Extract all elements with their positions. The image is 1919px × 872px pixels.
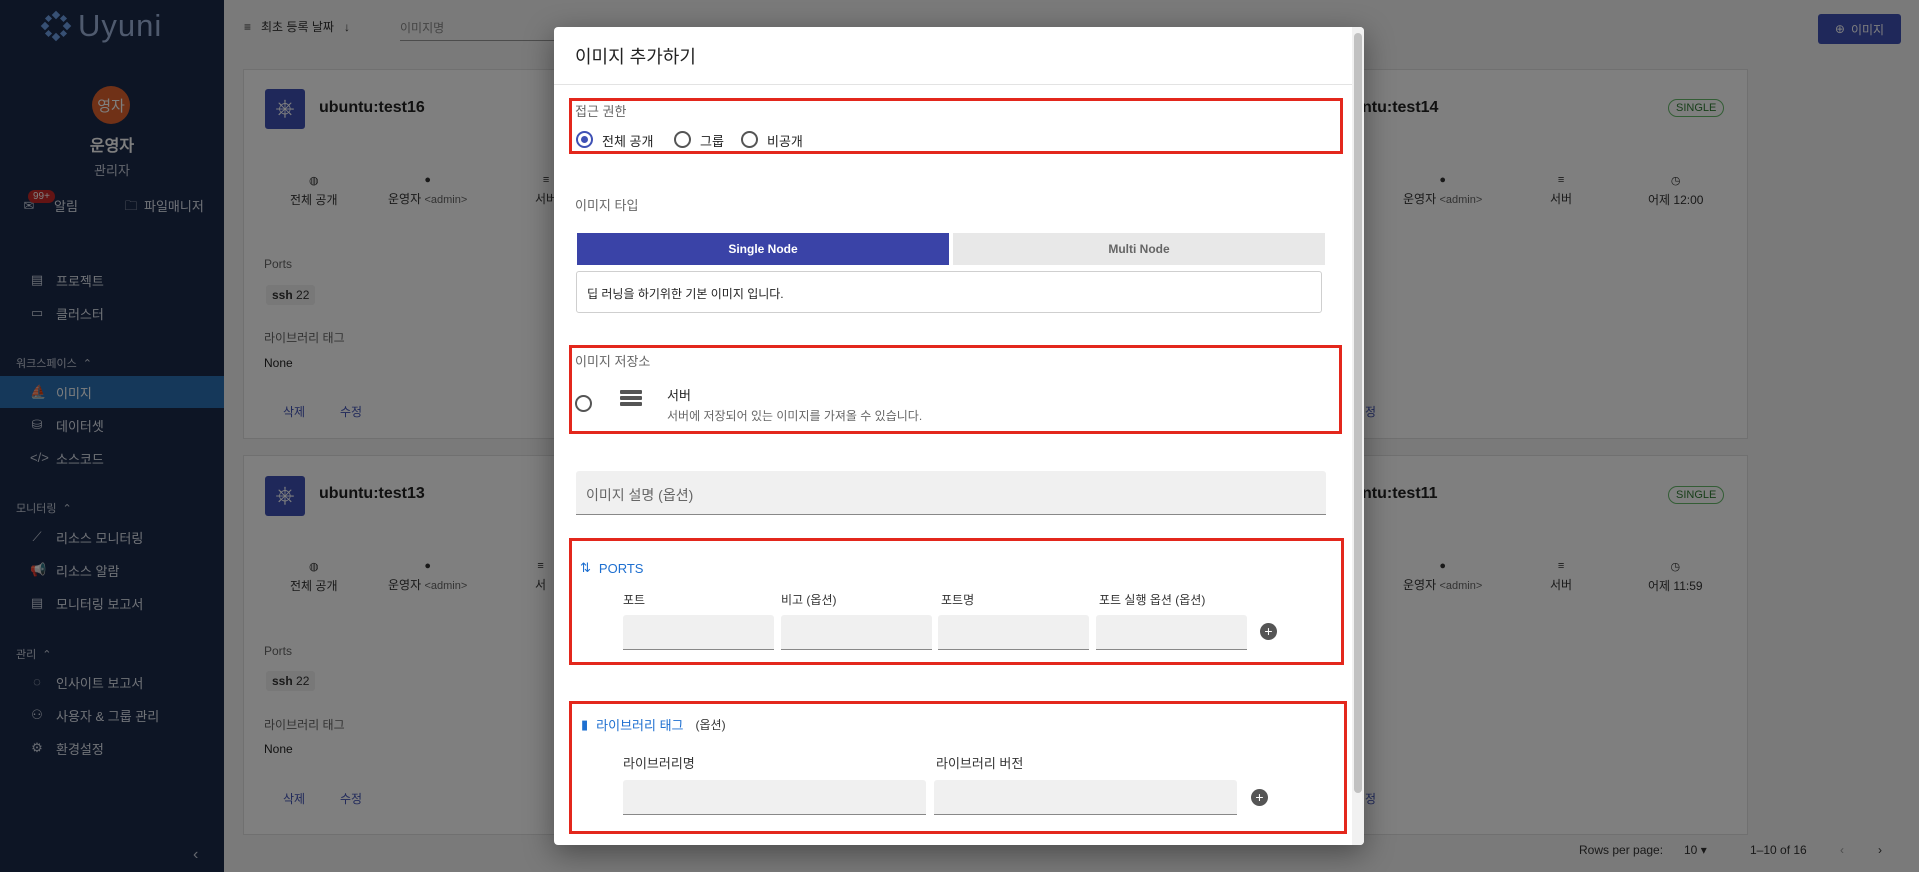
scrollbar-thumb[interactable] [1354, 33, 1362, 793]
library-version-column-label: 라이브러리 버전 [936, 756, 1024, 771]
add-image-dialog: 이미지 추가하기 접근 권한 전체 공개 그룹 비공개 이미지 타입 Singl… [554, 27, 1364, 845]
storage-option-title: 서버 [667, 388, 691, 403]
add-library-icon[interactable]: + [1251, 789, 1268, 806]
storage-option-desc: 서버에 저장되어 있는 이미지를 가져올 수 있습니다. [667, 409, 923, 423]
access-option-label: 그룹 [700, 134, 724, 149]
note-column-label: 비고 (옵션) [781, 593, 837, 607]
image-type-description: 딥 러닝을 하기위한 기본 이미지 입니다. [576, 271, 1322, 313]
library-name-input[interactable] [623, 780, 926, 815]
multi-node-button[interactable]: Multi Node [953, 233, 1325, 265]
port-column-label: 포트 [623, 593, 646, 607]
port-name-input[interactable] [938, 615, 1089, 650]
portname-column-label: 포트명 [941, 593, 975, 607]
storage-label: 이미지 저장소 [575, 354, 651, 369]
access-radio-group[interactable] [674, 131, 691, 148]
port-note-input[interactable] [781, 615, 932, 650]
port-input[interactable] [623, 615, 774, 650]
library-title: 라이브러리 태그 [596, 718, 684, 733]
server-icon [620, 390, 642, 408]
access-option-label: 비공개 [767, 134, 803, 149]
swap-vertical-icon: ⇅ [580, 560, 591, 575]
divider [554, 84, 1354, 85]
library-name-column-label: 라이브러리명 [623, 756, 695, 771]
library-version-input[interactable] [934, 780, 1237, 815]
storage-radio-server[interactable] [575, 395, 592, 412]
dialog-title: 이미지 추가하기 [575, 47, 696, 67]
single-node-button[interactable]: Single Node [577, 233, 949, 265]
access-radio-private[interactable] [741, 131, 758, 148]
library-optional: (옵션) [695, 718, 726, 732]
access-option-label: 전체 공개 [602, 134, 654, 149]
port-option-input[interactable] [1096, 615, 1247, 650]
scrollbar[interactable] [1352, 27, 1364, 845]
bookmark-icon: ▮ [581, 716, 589, 732]
add-port-icon[interactable]: + [1260, 623, 1277, 640]
image-description-placeholder: 이미지 설명 (옵션) [586, 487, 694, 503]
access-label: 접근 권한 [575, 104, 627, 119]
ports-title: PORTS [598, 560, 644, 576]
access-radio-public[interactable] [576, 131, 593, 148]
ports-header: ⇅ PORTS [580, 560, 643, 576]
portopt-column-label: 포트 실행 옵션 (옵션) [1099, 593, 1206, 607]
image-type-label: 이미지 타입 [575, 198, 639, 213]
library-header: ▮ 라이브러리 태그 (옵션) [581, 715, 726, 734]
